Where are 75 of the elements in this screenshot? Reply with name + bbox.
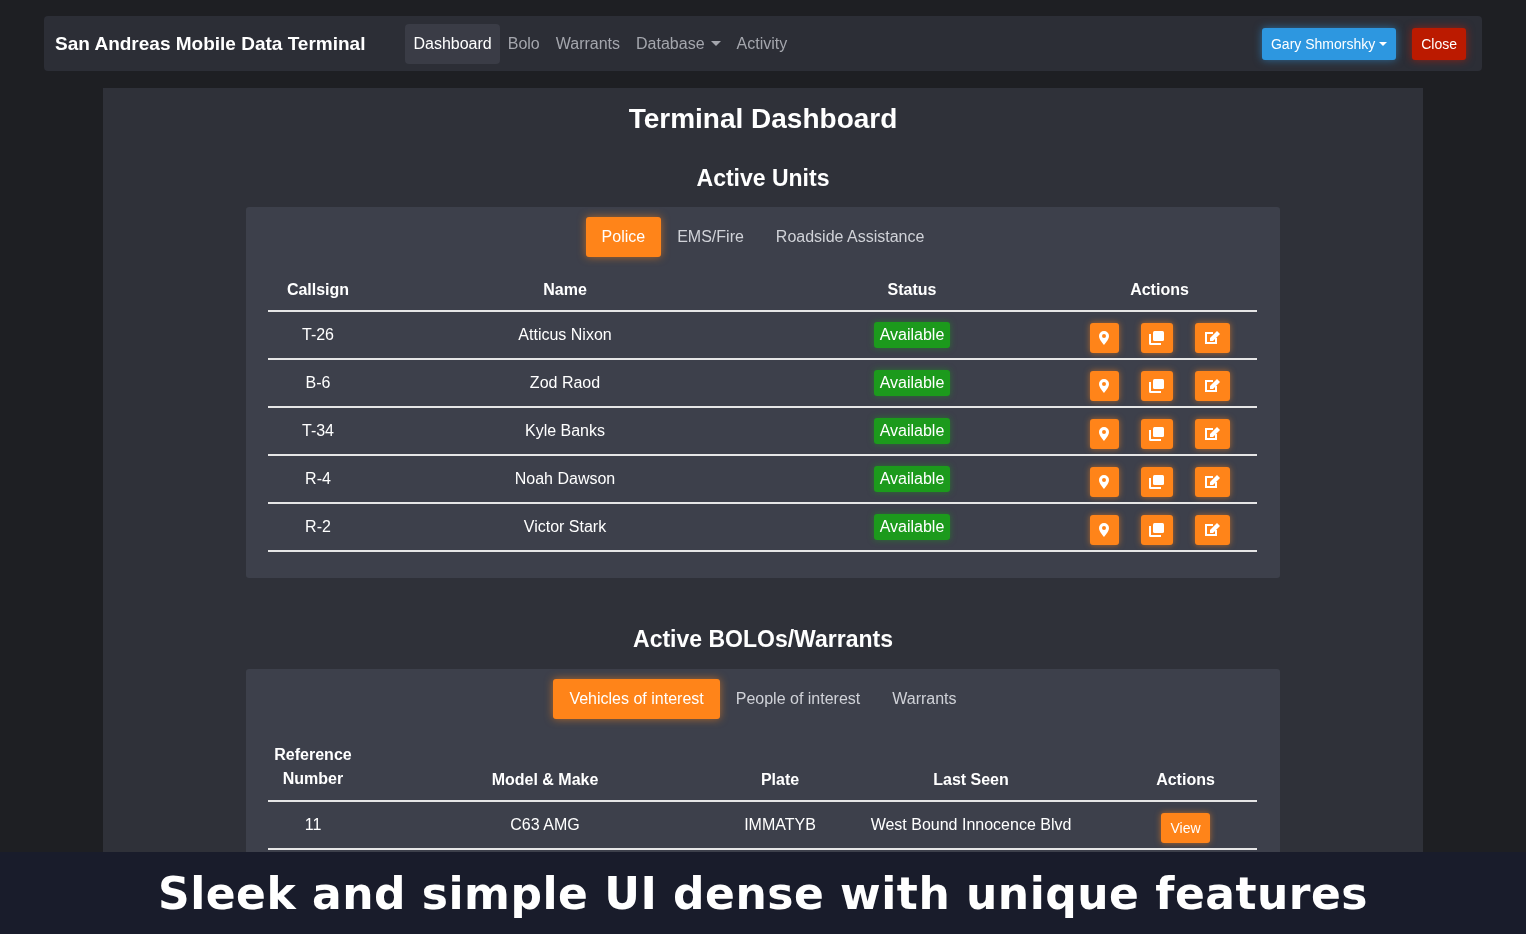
edit-icon — [1204, 331, 1220, 345]
status-badge: Available — [873, 514, 951, 540]
edit-icon — [1204, 523, 1220, 537]
tab[interactable]: Warrants — [876, 679, 973, 719]
name-cell-text: Noah Dawson — [513, 469, 617, 489]
locate-button[interactable] — [1089, 323, 1119, 353]
status-badge: Available — [873, 466, 951, 492]
plate-cell-text: IMMATYB — [743, 815, 817, 835]
copy-button[interactable] — [1140, 419, 1173, 449]
copy-icon — [1149, 475, 1164, 489]
copy-icon — [1149, 523, 1164, 537]
nav-link[interactable]: Bolo — [499, 23, 548, 64]
copy-button[interactable] — [1140, 323, 1173, 353]
locate-button[interactable] — [1089, 419, 1119, 449]
column-header: Name — [542, 280, 588, 300]
callsign-cell-text: T-26 — [301, 325, 335, 345]
tab[interactable]: People of interest — [719, 679, 877, 719]
callsign-cell-text: T-34 — [301, 421, 335, 441]
name-cell-text: Zod Raod — [528, 373, 602, 393]
map-pin-icon — [1099, 379, 1109, 393]
model-cell-text: C63 AMG — [509, 815, 581, 835]
name-cell-text: Victor Stark — [522, 517, 608, 537]
caret-icon — [1379, 41, 1388, 46]
column-header: Callsign — [285, 280, 351, 300]
edit-button[interactable] — [1194, 515, 1230, 545]
nav-link[interactable]: Activity — [728, 23, 796, 64]
locate-button[interactable] — [1089, 467, 1119, 497]
edit-button[interactable] — [1194, 371, 1230, 401]
tab[interactable]: EMS/Fire — [661, 217, 760, 257]
name-cell-text: Kyle Banks — [523, 421, 606, 441]
last-seen-cell-text: West Bound Innocence Blvd — [869, 815, 1073, 835]
column-header: Model & Make — [490, 770, 600, 790]
status-badge: Available — [873, 322, 951, 348]
edit-icon — [1204, 427, 1220, 441]
locate-button[interactable] — [1089, 515, 1119, 545]
edit-icon — [1204, 475, 1220, 489]
name-cell-text: Atticus Nixon — [517, 325, 613, 345]
column-header: Status — [886, 280, 938, 300]
user-menu-button[interactable]: Gary Shmorshky — [1261, 27, 1397, 60]
locate-button[interactable] — [1089, 371, 1119, 401]
column-header: Plate — [759, 770, 801, 790]
copy-button[interactable] — [1140, 515, 1173, 545]
column-header: Last Seen — [932, 770, 1010, 790]
nav-link[interactable]: Dashboard — [405, 23, 500, 64]
tab[interactable]: Roadside Assistance — [759, 217, 941, 257]
copy-icon — [1149, 331, 1164, 345]
copy-icon — [1149, 379, 1164, 393]
edit-button[interactable] — [1194, 419, 1230, 449]
copy-icon — [1149, 427, 1164, 441]
nav-link[interactable]: Warrants — [547, 23, 629, 64]
page-title: Terminal Dashboard — [628, 103, 898, 135]
nav-link[interactable]: Database — [628, 23, 729, 64]
app-title: San Andreas Mobile Data Terminal — [55, 32, 366, 55]
callsign-cell-text: B-6 — [304, 373, 332, 393]
status-badge: Available — [873, 370, 951, 396]
column-header: Reference Number — [273, 745, 353, 789]
column-header: Actions — [1155, 770, 1216, 790]
map-pin-icon — [1099, 331, 1109, 345]
section-heading: Active Units — [696, 165, 830, 192]
edit-button[interactable] — [1194, 467, 1230, 497]
caption-banner: Sleek and simple UI dense with unique features — [0, 852, 1526, 934]
edit-icon — [1204, 379, 1220, 393]
copy-button[interactable] — [1140, 467, 1173, 497]
reference-cell-text: 11 — [303, 815, 323, 835]
column-header: Actions — [1129, 280, 1190, 300]
map-pin-icon — [1099, 475, 1109, 489]
close-button[interactable]: Close — [1412, 27, 1466, 60]
copy-button[interactable] — [1140, 371, 1173, 401]
map-pin-icon — [1099, 427, 1109, 441]
map-pin-icon — [1099, 523, 1109, 537]
callsign-cell-text: R-4 — [304, 469, 332, 489]
callsign-cell-text: R-2 — [304, 517, 332, 537]
edit-button[interactable] — [1194, 323, 1230, 353]
status-badge: Available — [873, 418, 951, 444]
section-heading: Active BOLOs/Warrants — [633, 626, 893, 653]
